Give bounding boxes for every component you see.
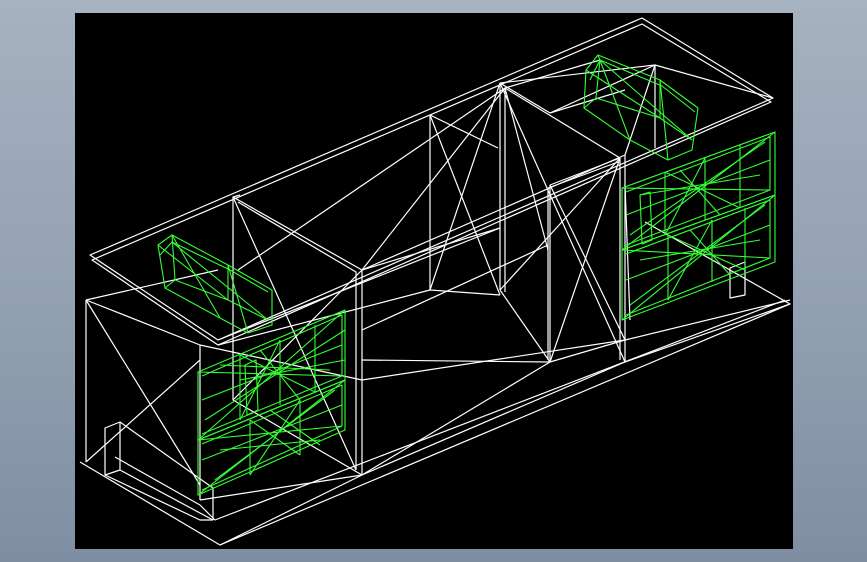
wireframe-model — [79, 17, 791, 546]
cad-viewport[interactable] — [75, 13, 793, 549]
drawer-right-lower[interactable] — [621, 194, 776, 321]
drawer-brackets — [244, 191, 653, 416]
back-panel — [429, 114, 501, 296]
left-foot — [104, 421, 214, 521]
handle-top-left[interactable] — [157, 234, 273, 334]
center-panel — [499, 82, 626, 363]
highlighted-components[interactable] — [157, 54, 776, 496]
drawer-left-upper[interactable] — [197, 309, 346, 441]
left-divider-panel — [232, 194, 363, 476]
interior-diagonals — [199, 59, 656, 546]
